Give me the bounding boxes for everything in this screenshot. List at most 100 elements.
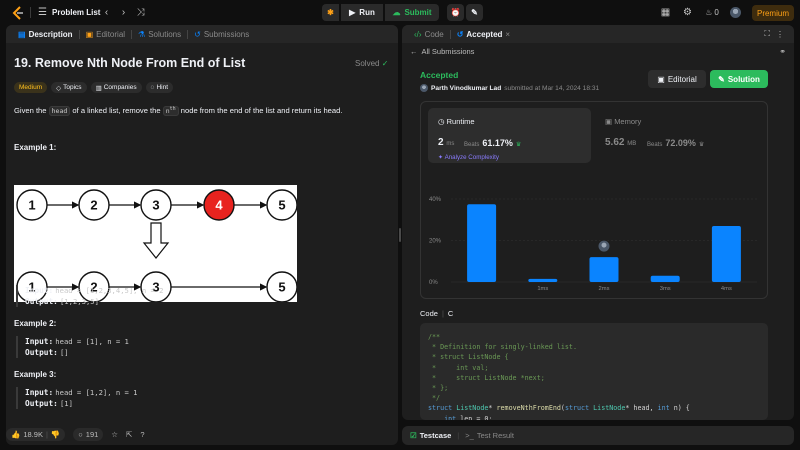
list-icon[interactable]: ☰	[36, 6, 49, 19]
shuffle-icon[interactable]: ⤨	[134, 6, 147, 19]
timer-button[interactable]: ⏰	[447, 4, 464, 21]
problem-description: Given the head of a linked list, remove …	[14, 106, 343, 117]
building-icon: ▥	[95, 84, 102, 92]
x-tick-label: 3ms	[660, 286, 671, 292]
top-node-label: 5	[278, 198, 285, 213]
bar-2ms[interactable]	[589, 257, 619, 282]
code-section-label: Code | C	[420, 309, 454, 318]
example-2-heading: Example 2:	[14, 319, 57, 328]
share-icon[interactable]: ⇱	[126, 430, 132, 439]
star-icon[interactable]: ☆	[111, 430, 118, 439]
thumbs-up-icon: 👍	[11, 429, 21, 439]
editorial-button[interactable]: ▣ Editorial	[648, 70, 706, 88]
maximize-icon[interactable]: ⛶	[764, 29, 770, 39]
code-line: * int val;	[428, 363, 489, 372]
link-icon[interactable]: ⚭	[779, 47, 786, 56]
top-node-label: 4	[215, 198, 223, 213]
bar-lt1ms[interactable]	[467, 204, 497, 282]
hint-chip[interactable]: ◌ Hint	[145, 82, 174, 93]
layout-icon[interactable]: ▦	[659, 6, 672, 19]
tab-testcase[interactable]: ☑ Testcase	[410, 431, 451, 440]
play-icon: ▶	[349, 8, 356, 17]
example-3-heading: Example 3:	[14, 370, 57, 379]
topics-chip[interactable]: ◇ Topics	[51, 82, 87, 93]
code-line: struct ListNode* removeNthFromEnd(struct…	[428, 404, 690, 413]
premium-button[interactable]: Premium	[752, 5, 794, 21]
tab-editorial[interactable]: ▣ Editorial	[80, 25, 131, 43]
tab-solutions[interactable]: ⚗ Solutions	[132, 25, 187, 43]
bar-1ms[interactable]	[528, 278, 558, 282]
bottom-node-label: 5	[278, 280, 285, 295]
topbar-divider	[30, 7, 31, 18]
submit-button[interactable]: ☁ Submit	[385, 4, 439, 21]
streak-counter[interactable]: ♨ 0	[701, 6, 723, 19]
book-icon: ▣	[85, 29, 94, 39]
description-footer: 👍 18.9K | 👎 ○ 191 ☆ ⇱ ?	[6, 426, 145, 442]
performance-stats: ◷ Runtime 2 ms Beats 61.17% ♛ ✦ Analyze Co…	[420, 101, 768, 299]
edit-icon: ✎	[718, 74, 725, 84]
document-icon: ▤	[18, 29, 26, 39]
back-to-submissions[interactable]: ← All Submissions	[410, 47, 474, 56]
inline-code: head	[48, 106, 71, 117]
tab-description[interactable]: ▤ Description	[12, 25, 79, 43]
history-icon: ↺	[194, 29, 201, 39]
code-line: /**	[428, 333, 441, 341]
code-viewer[interactable]: /** * Definition for singly-linked list.…	[420, 323, 768, 420]
comment-icon: ○	[78, 429, 83, 439]
alarm-icon: ⏰	[450, 8, 461, 17]
problem-list-link[interactable]: Problem List	[52, 8, 100, 17]
top-node-label: 3	[152, 198, 159, 213]
more-icon[interactable]: ⋮	[776, 30, 784, 39]
run-button[interactable]: ▶ Run	[341, 4, 383, 21]
right-tabs: ‹/› Code ↺ Accepted × ⛶ ⋮	[402, 25, 794, 43]
like-button[interactable]: 👍 18.9K | 👎	[6, 427, 66, 441]
comments-button[interactable]: ○ 191	[73, 427, 104, 441]
label-divider: |	[441, 309, 444, 318]
flame-icon: ♨	[705, 8, 713, 17]
left-tabs: ▤ Description ▣ Editorial ⚗ Solutions ↺ Subm…	[6, 25, 398, 43]
chevron-right-icon[interactable]: ›	[117, 6, 130, 19]
example-1-heading: Example 1:	[14, 143, 57, 152]
terminal-icon: >_	[465, 431, 474, 440]
close-icon[interactable]: ×	[505, 30, 510, 39]
help-icon[interactable]: ?	[140, 430, 144, 439]
cloud-upload-icon: ☁	[392, 8, 401, 17]
y-tick-label: 40%	[429, 197, 442, 203]
difficulty-chip[interactable]: Medium	[14, 82, 48, 93]
submission-author: Parth Vinodkumar Lad submitted at Mar 14,…	[420, 84, 599, 92]
x-tick-label: 2ms	[599, 286, 610, 292]
solution-button[interactable]: ✎ Solution	[710, 70, 768, 88]
debug-button[interactable]: ✱	[322, 4, 339, 21]
tab-submissions[interactable]: ↺ Submissions	[188, 25, 255, 43]
tag-icon: ◇	[56, 84, 62, 92]
tab-code[interactable]: ‹/› Code	[408, 25, 450, 43]
chevron-left-icon[interactable]: ‹	[100, 6, 113, 19]
example-1-io: Input: head = [1,2,3,4,5], n = 2 Output:…	[16, 285, 163, 307]
bar-3ms[interactable]	[650, 275, 680, 282]
problem-title: 19. Remove Nth Node From End of List	[14, 56, 246, 70]
tab-divider: |	[457, 431, 460, 440]
notes-button[interactable]: ✎	[466, 4, 483, 21]
code-line: int len = 0;	[444, 414, 493, 420]
tag-chips: Medium ◇ Topics ▥ Companies ◌ Hint	[14, 82, 174, 93]
splitter-handle	[399, 228, 401, 242]
code-line: * };	[428, 384, 449, 393]
companies-chip[interactable]: ▥ Companies	[90, 82, 142, 93]
top-node-label: 2	[90, 198, 97, 213]
user-avatar[interactable]	[730, 7, 741, 18]
tab-accepted[interactable]: ↺ Accepted ×	[451, 25, 516, 43]
book-icon: ▣	[657, 74, 665, 84]
arrow-left-icon: ←	[410, 47, 418, 56]
tab-test-result[interactable]: >_ Test Result	[465, 431, 514, 440]
code-line: */	[428, 394, 441, 403]
top-node-label: 1	[28, 198, 35, 213]
runtime-distribution-chart[interactable]: 0% 20% 40% 1ms 2ms 3ms 4ms	[421, 102, 769, 300]
example-3-io: Input: head = [1,2], n = 1 Output: [1]	[16, 387, 138, 409]
check-circle-icon: ✓	[381, 59, 389, 68]
leetcode-logo[interactable]	[12, 0, 24, 25]
bar-4ms[interactable]	[711, 225, 741, 282]
y-tick-label: 0%	[429, 280, 438, 286]
flask-icon: ⚗	[138, 29, 146, 39]
gear-icon[interactable]: ⚙	[681, 6, 694, 19]
checkbox-icon: ☑	[410, 431, 417, 440]
